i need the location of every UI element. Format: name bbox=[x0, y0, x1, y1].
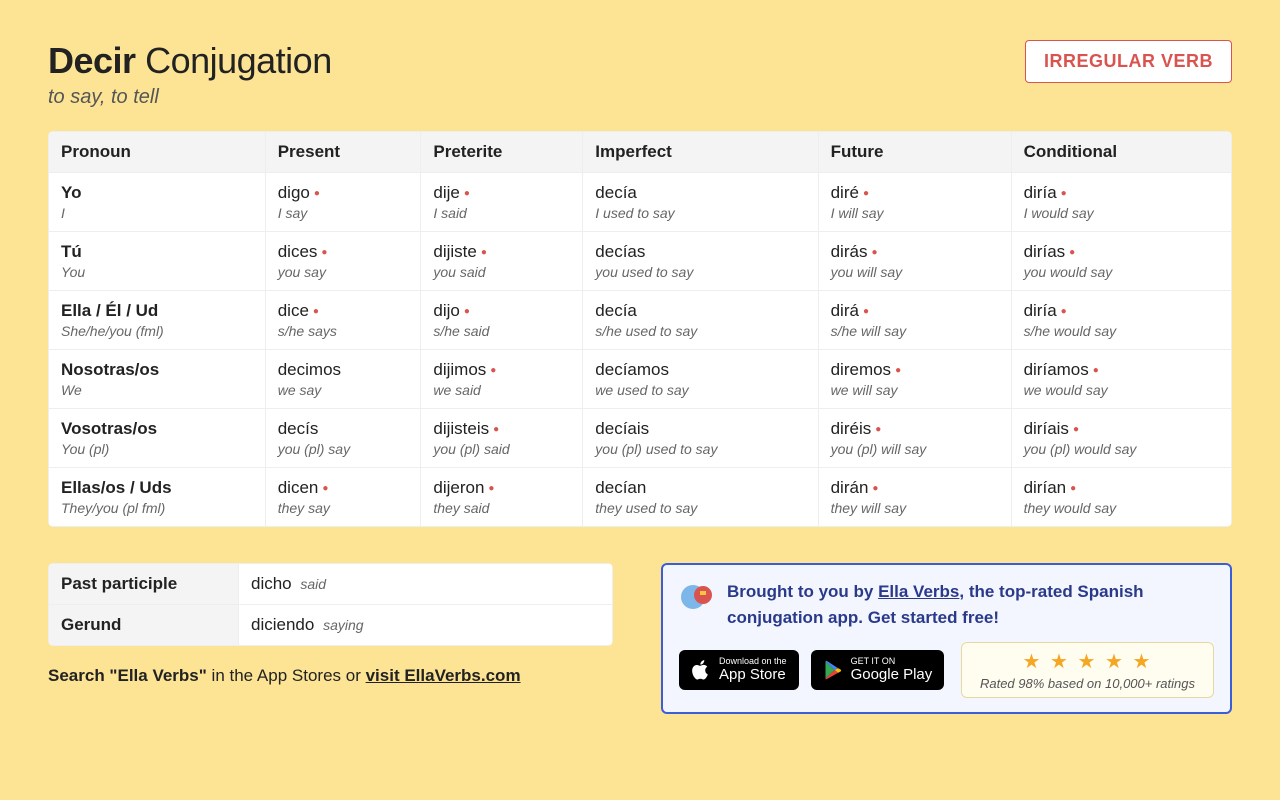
page-title: Decir Conjugation bbox=[48, 40, 332, 82]
lower-section: Past participledicho saidGerunddiciendo … bbox=[48, 563, 1232, 714]
participle-table: Past participledicho saidGerunddiciendo … bbox=[48, 563, 613, 646]
participle-value: dicho said bbox=[239, 564, 613, 605]
table-row: Nosotras/osWedecimoswe saydijimos●we sai… bbox=[49, 350, 1232, 409]
participle-label: Past participle bbox=[49, 564, 239, 605]
irregular-dot-icon: ● bbox=[313, 306, 319, 317]
verb-cell: dirás●you will say bbox=[818, 232, 1011, 291]
subtitle: to say, to tell bbox=[48, 86, 332, 109]
verb-cell: digo●I say bbox=[265, 173, 421, 232]
irregular-dot-icon: ● bbox=[488, 483, 494, 494]
irregular-dot-icon: ● bbox=[321, 247, 327, 258]
verb-cell: dirían●they would say bbox=[1011, 468, 1231, 527]
title-block: Decir Conjugation to say, to tell bbox=[48, 40, 332, 109]
verb-cell: diríais●you (pl) would say bbox=[1011, 409, 1231, 468]
verb-cell: decíaI used to say bbox=[583, 173, 818, 232]
irregular-dot-icon: ● bbox=[464, 188, 470, 199]
verb-cell: diría●s/he would say bbox=[1011, 291, 1231, 350]
pronoun-cell: TúYou bbox=[49, 232, 266, 291]
irregular-dot-icon: ● bbox=[493, 424, 499, 435]
verb-cell: dirías●you would say bbox=[1011, 232, 1231, 291]
column-header: Imperfect bbox=[583, 132, 818, 173]
play-icon bbox=[823, 660, 843, 680]
verb-cell: dicen●they say bbox=[265, 468, 421, 527]
irregular-dot-icon: ● bbox=[490, 365, 496, 376]
irregular-dot-icon: ● bbox=[875, 424, 881, 435]
verb-cell: diréis●you (pl) will say bbox=[818, 409, 1011, 468]
irregular-dot-icon: ● bbox=[1061, 188, 1067, 199]
verb-cell: dijimos●we said bbox=[421, 350, 583, 409]
participle-block: Past participledicho saidGerunddiciendo … bbox=[48, 563, 613, 686]
verb-cell: dirán●they will say bbox=[818, 468, 1011, 527]
column-header: Future bbox=[818, 132, 1011, 173]
verb-cell: dije●I said bbox=[421, 173, 583, 232]
verb-cell: dijo●s/he said bbox=[421, 291, 583, 350]
irregular-dot-icon: ● bbox=[863, 306, 869, 317]
pronoun-cell: Ellas/os / UdsThey/you (pl fml) bbox=[49, 468, 266, 527]
pronoun-cell: Vosotras/osYou (pl) bbox=[49, 409, 266, 468]
pronoun-cell: YoI bbox=[49, 173, 266, 232]
table-row: TúYoudices●you saydijiste●you saiddecías… bbox=[49, 232, 1232, 291]
conjugation-table: PronounPresentPreteriteImperfectFutureCo… bbox=[48, 131, 1232, 527]
irregular-dot-icon: ● bbox=[871, 247, 877, 258]
promo-text: Brought to you by Ella Verbs, the top-ra… bbox=[727, 579, 1214, 630]
irregular-dot-icon: ● bbox=[314, 188, 320, 199]
search-note: Search "Ella Verbs" in the App Stores or… bbox=[48, 666, 613, 686]
table-row: Ellas/os / UdsThey/you (pl fml)dicen●the… bbox=[49, 468, 1232, 527]
verb-cell: diría●I would say bbox=[1011, 173, 1231, 232]
participle-row: Past participledicho said bbox=[49, 564, 613, 605]
irregular-badge: IRREGULAR VERB bbox=[1025, 40, 1232, 83]
irregular-dot-icon: ● bbox=[1093, 365, 1099, 376]
pronoun-cell: Ella / Él / UdShe/he/you (fml) bbox=[49, 291, 266, 350]
participle-row: Gerunddiciendo saying bbox=[49, 605, 613, 646]
irregular-dot-icon: ● bbox=[464, 306, 470, 317]
apple-icon bbox=[691, 660, 711, 680]
irregular-dot-icon: ● bbox=[1061, 306, 1067, 317]
verb-cell: decíasyou used to say bbox=[583, 232, 818, 291]
table-row: Ella / Él / UdShe/he/you (fml)dice●s/he … bbox=[49, 291, 1232, 350]
column-header: Pronoun bbox=[49, 132, 266, 173]
verb-cell: dijiste●you said bbox=[421, 232, 583, 291]
header: Decir Conjugation to say, to tell IRREGU… bbox=[48, 40, 1232, 109]
verb-cell: decimoswe say bbox=[265, 350, 421, 409]
verb-cell: dijisteis●you (pl) said bbox=[421, 409, 583, 468]
verb-cell: decíamoswe used to say bbox=[583, 350, 818, 409]
verb-cell: dirá●s/he will say bbox=[818, 291, 1011, 350]
verb-cell: diríamos●we would say bbox=[1011, 350, 1231, 409]
irregular-dot-icon: ● bbox=[1069, 247, 1075, 258]
verb-cell: decías/he used to say bbox=[583, 291, 818, 350]
irregular-dot-icon: ● bbox=[863, 188, 869, 199]
irregular-dot-icon: ● bbox=[322, 483, 328, 494]
verb-cell: dices●you say bbox=[265, 232, 421, 291]
google-play-button[interactable]: GET IT ON Google Play bbox=[811, 650, 945, 690]
irregular-dot-icon: ● bbox=[872, 483, 878, 494]
participle-label: Gerund bbox=[49, 605, 239, 646]
app-icon bbox=[679, 579, 715, 615]
verb-cell: decíaisyou (pl) used to say bbox=[583, 409, 818, 468]
verb-cell: decísyou (pl) say bbox=[265, 409, 421, 468]
pronoun-cell: Nosotras/osWe bbox=[49, 350, 266, 409]
verb-cell: decíanthey used to say bbox=[583, 468, 818, 527]
irregular-dot-icon: ● bbox=[895, 365, 901, 376]
verb-cell: diré●I will say bbox=[818, 173, 1011, 232]
ella-verbs-link[interactable]: Ella Verbs bbox=[878, 582, 959, 601]
column-header: Conditional bbox=[1011, 132, 1231, 173]
rating-box: ★ ★ ★ ★ ★ Rated 98% based on 10,000+ rat… bbox=[961, 642, 1214, 698]
verb-cell: dijeron●they said bbox=[421, 468, 583, 527]
column-header: Preterite bbox=[421, 132, 583, 173]
irregular-dot-icon: ● bbox=[481, 247, 487, 258]
visit-link[interactable]: visit EllaVerbs.com bbox=[366, 666, 521, 685]
app-store-button[interactable]: Download on the App Store bbox=[679, 650, 799, 690]
promo-box: Brought to you by Ella Verbs, the top-ra… bbox=[661, 563, 1232, 714]
irregular-dot-icon: ● bbox=[1070, 483, 1076, 494]
participle-value: diciendo saying bbox=[239, 605, 613, 646]
irregular-dot-icon: ● bbox=[1073, 424, 1079, 435]
column-header: Present bbox=[265, 132, 421, 173]
table-row: Vosotras/osYou (pl)decísyou (pl) saydiji… bbox=[49, 409, 1232, 468]
verb-cell: diremos●we will say bbox=[818, 350, 1011, 409]
table-row: YoIdigo●I saydije●I saiddecíaI used to s… bbox=[49, 173, 1232, 232]
stars-icon: ★ ★ ★ ★ ★ bbox=[980, 649, 1195, 674]
verb-cell: dice●s/he says bbox=[265, 291, 421, 350]
